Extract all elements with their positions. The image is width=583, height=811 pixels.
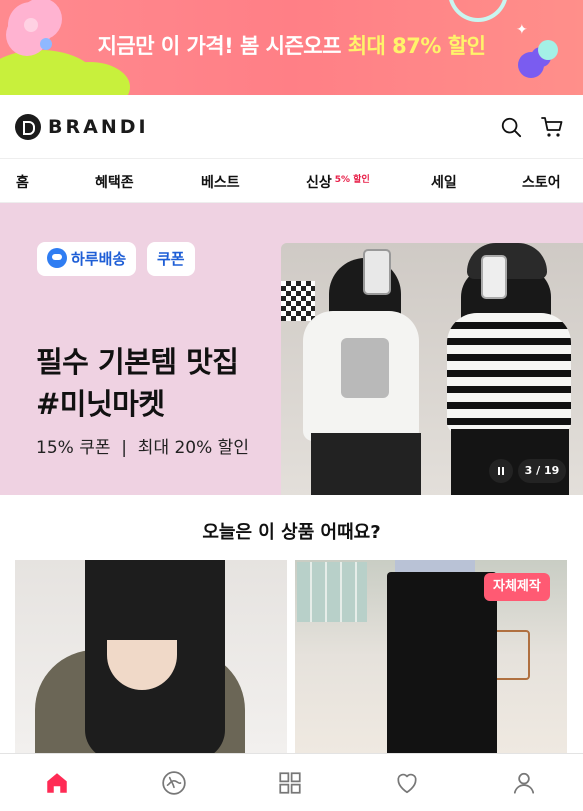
glass-block-window	[297, 562, 367, 622]
model-2-striped-knit	[447, 313, 571, 433]
hero-product-photo	[281, 243, 583, 495]
pause-icon[interactable]	[489, 459, 513, 483]
hero-title-line1: 필수 기본템 맛집	[36, 345, 239, 379]
banner-page-counter[interactable]: 3 / 19	[518, 459, 566, 483]
nav-tab-label: 세일	[431, 175, 457, 191]
category-icon[interactable]	[277, 770, 303, 796]
hero-banner[interactable]: 하루배송 쿠폰 필수 기본템 맛집 #미닛마켓 15% 쿠폰 | 최대 20% …	[0, 203, 583, 495]
model-2-hat	[467, 243, 547, 279]
nav-tab-label: 신상	[306, 175, 332, 191]
promo-text-highlight: 최대 87% 할인	[347, 34, 486, 58]
nav-tab-sale[interactable]: 세일	[431, 172, 457, 192]
style-icon[interactable]	[161, 770, 187, 796]
nav-tab-benefit-zone[interactable]: 혜택존	[95, 172, 134, 192]
nav-tab-new[interactable]: 신상 5% 할인	[306, 172, 370, 192]
nav-tab-label: 베스트	[201, 175, 240, 191]
nav-tab-home[interactable]: 홈	[14, 172, 31, 205]
delivery-truck-icon	[47, 248, 67, 268]
nav-tab-store[interactable]: 스토어	[522, 172, 561, 192]
hero-title: 필수 기본템 맛집 #미닛마켓	[36, 341, 239, 425]
cart-icon[interactable]	[540, 115, 564, 139]
product-black-slacks	[387, 572, 497, 753]
hero-title-line2: #미닛마켓	[36, 387, 165, 421]
product-card[interactable]	[15, 560, 287, 753]
phone-in-photo	[481, 255, 507, 299]
promo-text-prefix: 지금만 이 가격! 봄 시즌오프	[97, 34, 348, 58]
model-1-pants	[311, 433, 421, 495]
model-1-shirt-print	[341, 338, 389, 398]
nav-tab-best[interactable]: 베스트	[201, 172, 240, 192]
promo-banner[interactable]: ✦ 지금만 이 가격! 봄 시즌오프 최대 87% 할인	[0, 0, 583, 95]
chip-coupon: 쿠폰	[147, 242, 195, 276]
self-made-badge: 자체제작	[484, 573, 550, 601]
chip-same-day-delivery: 하루배송	[37, 242, 137, 276]
swirl-decor	[448, 0, 508, 22]
heart-icon[interactable]	[394, 770, 420, 796]
chip-delivery-label: 하루배송	[71, 250, 127, 268]
photo-checker-poster	[281, 281, 315, 321]
nav-tab-label: 혜택존	[95, 175, 134, 191]
home-icon[interactable]	[44, 770, 70, 796]
chip-coupon-label: 쿠폰	[157, 250, 185, 268]
search-icon[interactable]	[500, 116, 522, 138]
app-header: BRANDI	[0, 95, 583, 159]
recommend-section-title: 오늘은 이 상품 어때요?	[202, 522, 381, 543]
nav-tab-label: 홈	[16, 175, 29, 191]
bottom-tab-bar	[0, 753, 583, 811]
brandi-logo-icon[interactable]	[15, 114, 41, 140]
hero-subtitle: 15% 쿠폰 | 최대 20% 할인	[36, 438, 249, 458]
profile-icon[interactable]	[511, 770, 537, 796]
nav-tab-label: 스토어	[522, 175, 561, 191]
main-nav: 홈 혜택존 베스트 신상 5% 할인 세일 스토어	[0, 159, 583, 205]
phone-in-photo	[363, 249, 391, 295]
new-discount-badge: 5% 할인	[334, 175, 370, 185]
brandi-logo-text[interactable]: BRANDI	[48, 116, 149, 138]
promo-text: 지금만 이 가격! 봄 시즌오프 최대 87% 할인	[0, 30, 583, 60]
